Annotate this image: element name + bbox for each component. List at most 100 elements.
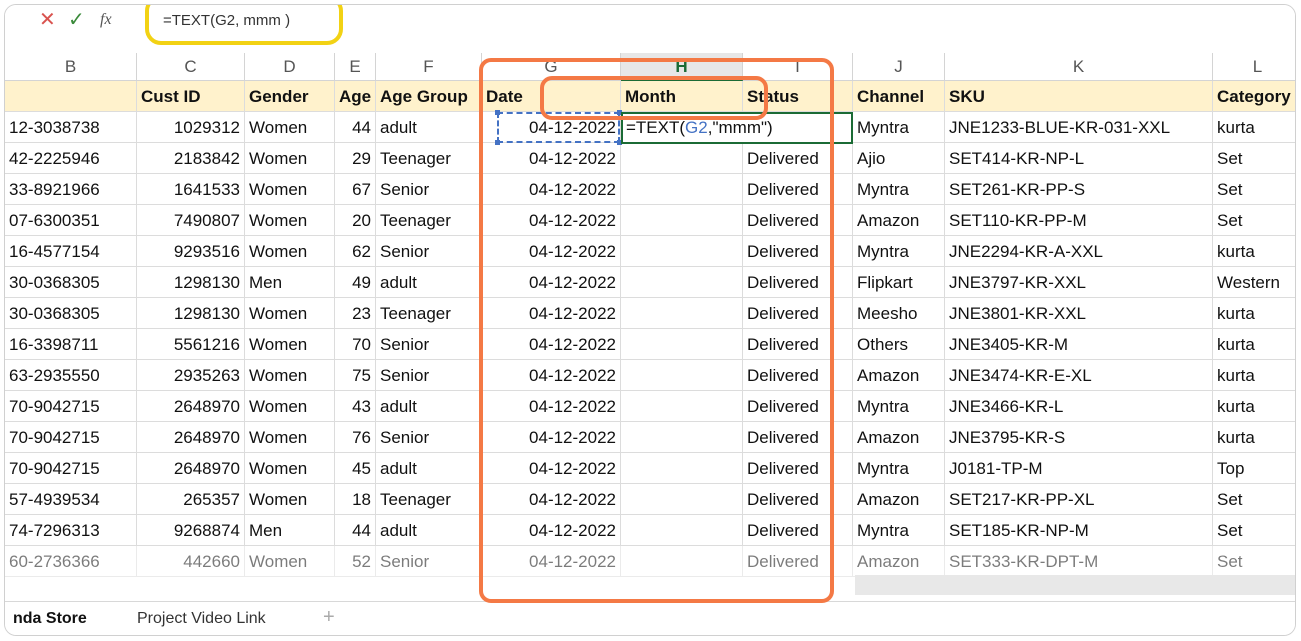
table-cell[interactable]: 52 [335, 546, 376, 577]
table-cell[interactable]: SET261-KR-PP-S [945, 174, 1213, 205]
table-cell[interactable]: Women [245, 453, 335, 484]
table-cell[interactable]: 04-12-2022 [482, 174, 621, 205]
table-cell[interactable]: 57-4939534 [5, 484, 137, 515]
table-cell[interactable] [621, 360, 743, 391]
column-header-h[interactable]: H [621, 53, 743, 81]
table-cell[interactable]: Senior [376, 236, 482, 267]
table-cell[interactable]: Delivered [743, 329, 853, 360]
table-cell[interactable]: SET333-KR-DPT-M [945, 546, 1213, 577]
table-cell[interactable]: 70-9042715 [5, 391, 137, 422]
table-cell[interactable]: 30-0368305 [5, 298, 137, 329]
table-cell[interactable]: adult [376, 112, 482, 143]
table-cell[interactable]: adult [376, 453, 482, 484]
table-cell[interactable] [621, 484, 743, 515]
table-cell[interactable]: Teenager [376, 298, 482, 329]
table-cell[interactable] [621, 143, 743, 174]
table-cell[interactable]: Amazon [853, 546, 945, 577]
table-cell[interactable]: Delivered [743, 484, 853, 515]
table-cell[interactable]: Set [1213, 205, 1295, 236]
table-cell[interactable]: Women [245, 205, 335, 236]
table-cell[interactable]: kurta [1213, 236, 1295, 267]
table-cell[interactable] [621, 236, 743, 267]
table-cell[interactable] [621, 174, 743, 205]
table-cell[interactable]: Delivered [743, 546, 853, 577]
add-sheet-icon[interactable]: + [323, 606, 335, 629]
horizontal-scrollbar[interactable] [855, 575, 1295, 595]
table-cell[interactable]: 04-12-2022 [482, 546, 621, 577]
header-cell[interactable]: Gender [245, 81, 335, 112]
table-cell[interactable]: Myntra [853, 391, 945, 422]
table-cell[interactable]: Myntra [853, 453, 945, 484]
table-cell[interactable]: Delivered [743, 267, 853, 298]
table-cell[interactable]: 44 [335, 515, 376, 546]
table-cell[interactable]: Top [1213, 453, 1295, 484]
table-cell[interactable]: 70-9042715 [5, 453, 137, 484]
header-cell[interactable]: Category [1213, 81, 1295, 112]
table-cell[interactable]: Delivered [743, 360, 853, 391]
table-cell[interactable]: Western [1213, 267, 1295, 298]
table-cell[interactable]: 04-12-2022 [482, 298, 621, 329]
table-cell[interactable]: 60-2736366 [5, 546, 137, 577]
table-cell[interactable]: 29 [335, 143, 376, 174]
table-cell[interactable]: Men [245, 267, 335, 298]
table-cell[interactable]: 70-9042715 [5, 422, 137, 453]
table-cell[interactable]: adult [376, 515, 482, 546]
table-cell[interactable]: Senior [376, 422, 482, 453]
table-cell[interactable]: Set [1213, 546, 1295, 577]
header-cell[interactable]: Month [621, 81, 743, 112]
table-cell[interactable]: Delivered [743, 422, 853, 453]
table-cell[interactable]: SET110-KR-PP-M [945, 205, 1213, 236]
table-cell[interactable]: JNE3405-KR-M [945, 329, 1213, 360]
table-cell[interactable]: 12-3038738 [5, 112, 137, 143]
table-cell[interactable]: Amazon [853, 484, 945, 515]
table-cell[interactable]: Amazon [853, 360, 945, 391]
table-cell[interactable]: Senior [376, 329, 482, 360]
table-cell[interactable]: 265357 [137, 484, 245, 515]
table-cell[interactable]: 04-12-2022 [482, 236, 621, 267]
table-cell[interactable]: 04-12-2022 [482, 515, 621, 546]
enter-icon[interactable]: ✓ [68, 10, 85, 30]
table-cell[interactable]: Delivered [743, 515, 853, 546]
header-cell[interactable] [5, 81, 137, 112]
table-cell[interactable]: Delivered [743, 391, 853, 422]
table-cell[interactable]: Women [245, 391, 335, 422]
table-cell[interactable]: 2648970 [137, 391, 245, 422]
table-cell[interactable]: 49 [335, 267, 376, 298]
table-cell[interactable]: 42-2225946 [5, 143, 137, 174]
function-icon[interactable]: fx [100, 10, 112, 30]
column-header-e[interactable]: E [335, 53, 376, 81]
table-cell[interactable]: 04-12-2022 [482, 422, 621, 453]
table-cell[interactable]: SET414-KR-NP-L [945, 143, 1213, 174]
table-cell[interactable]: Senior [376, 546, 482, 577]
table-cell[interactable]: Myntra [853, 515, 945, 546]
column-header-g[interactable]: G [482, 53, 621, 81]
table-cell[interactable]: 16-3398711 [5, 329, 137, 360]
table-cell[interactable]: 20 [335, 205, 376, 236]
active-cell-h2[interactable]: =TEXT(G2,"mmm") [621, 112, 853, 144]
table-cell[interactable]: kurta [1213, 422, 1295, 453]
table-cell[interactable]: adult [376, 267, 482, 298]
table-cell[interactable]: 44 [335, 112, 376, 143]
table-cell[interactable]: JNE3801-KR-XXL [945, 298, 1213, 329]
table-cell[interactable]: Women [245, 422, 335, 453]
header-cell[interactable]: Status [743, 81, 853, 112]
column-header-b[interactable]: B [5, 53, 137, 81]
table-cell[interactable]: JNE3474-KR-E-XL [945, 360, 1213, 391]
table-cell[interactable]: 43 [335, 391, 376, 422]
table-cell[interactable]: 1641533 [137, 174, 245, 205]
table-cell[interactable]: Delivered [743, 143, 853, 174]
table-cell[interactable]: 18 [335, 484, 376, 515]
header-cell[interactable]: Cust ID [137, 81, 245, 112]
table-cell[interactable]: 1298130 [137, 267, 245, 298]
table-cell[interactable]: Myntra [853, 236, 945, 267]
table-cell[interactable]: 04-12-2022 [482, 391, 621, 422]
table-cell[interactable]: 45 [335, 453, 376, 484]
header-cell[interactable]: Age [335, 81, 376, 112]
table-cell[interactable]: Set [1213, 143, 1295, 174]
sheet-tab-store[interactable]: nda Store [13, 610, 87, 628]
table-cell[interactable]: Senior [376, 360, 482, 391]
table-cell[interactable]: 2183842 [137, 143, 245, 174]
table-cell[interactable]: Women [245, 546, 335, 577]
table-cell[interactable]: 75 [335, 360, 376, 391]
table-cell[interactable]: 04-12-2022 [482, 329, 621, 360]
